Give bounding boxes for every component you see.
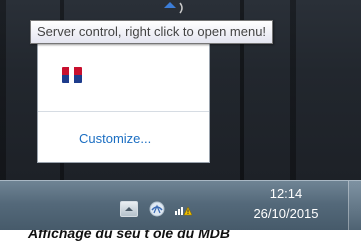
system-clock[interactable]: 12:14 26/10/2015 xyxy=(240,184,332,224)
caption-strip: Affichage du seu t ôle du MDB xyxy=(0,230,361,241)
show-desktop-button[interactable] xyxy=(348,181,361,231)
customize-link[interactable]: Customize... xyxy=(79,131,151,146)
server-control-logo xyxy=(62,67,82,83)
notification-overflow-panel: Customize... xyxy=(37,38,210,163)
signal-warning-icon[interactable] xyxy=(172,199,192,219)
chevron-up-icon xyxy=(125,207,133,211)
partial-tray-icons xyxy=(164,2,183,14)
caption-text: Affichage du seu t ôle du MDB xyxy=(28,230,230,241)
clock-date: 26/10/2015 xyxy=(253,206,319,221)
taskbar: 12:14 26/10/2015 xyxy=(0,180,361,231)
clock-time: 12:14 xyxy=(269,186,303,201)
network-globe-icon[interactable] xyxy=(147,199,167,219)
tooltip: Server control, right click to open menu… xyxy=(30,20,274,44)
server-control-app-icon[interactable] xyxy=(52,57,92,93)
panel-divider xyxy=(38,111,209,112)
show-hidden-icons-button[interactable] xyxy=(120,201,138,217)
